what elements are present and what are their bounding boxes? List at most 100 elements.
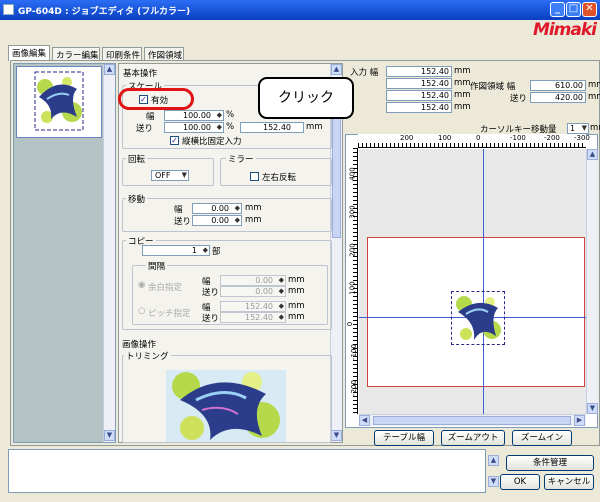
rotate-select[interactable]: OFF ▼ — [151, 170, 189, 181]
hscroll-thumb[interactable] — [373, 416, 571, 425]
pitch-feed-label: 送り — [202, 314, 220, 324]
blank-feed-input[interactable]: 0.00 ◆ — [220, 286, 286, 297]
rotate-title: 回転 — [126, 153, 148, 165]
spinner-icon[interactable]: ◆ — [217, 111, 222, 120]
cancel-button[interactable]: キャンセル — [544, 474, 594, 490]
spinner-icon[interactable]: ◆ — [279, 287, 284, 296]
pitch-label: ピッチ指定 — [148, 309, 191, 319]
blank-unit-1: mm — [288, 275, 305, 285]
scale-feed-mm-input[interactable]: 152.40 — [240, 122, 304, 133]
info-row3-value: 152.40 — [386, 90, 452, 101]
zoom-out-button[interactable]: ズームアウト — [441, 430, 505, 446]
message-area — [8, 449, 486, 493]
pitch-width-input[interactable]: 152.40 ◆ — [220, 301, 286, 312]
blank-unit-2: mm — [288, 286, 305, 296]
trimming-image — [166, 370, 286, 442]
vertical-guide — [483, 149, 484, 414]
ruler-tick-label: 400 — [348, 167, 357, 181]
scroll-down-icon[interactable]: ▼ — [331, 430, 342, 441]
blank-label: 余白指定 — [148, 283, 183, 293]
scale-width-input[interactable]: 100.00 ◆ — [164, 110, 224, 121]
move-width-input[interactable]: 0.00 ◆ — [192, 203, 242, 214]
zoom-in-button[interactable]: ズームイン — [512, 430, 572, 446]
spinner-icon[interactable]: ◆ — [235, 204, 240, 213]
image-ops-title: 画像操作 — [122, 340, 157, 350]
mirror-checkbox[interactable] — [250, 172, 259, 181]
tab-drawing-area[interactable]: 作図領域 — [144, 47, 184, 61]
area-feed-label: 送り — [510, 94, 528, 104]
maximize-button[interactable]: □ — [566, 2, 581, 17]
preview-hscroll[interactable]: ◀ ▶ — [359, 414, 586, 426]
thumbnail-item[interactable] — [16, 66, 102, 138]
scroll-left-icon[interactable]: ◀ — [359, 415, 370, 426]
move-feed-input[interactable]: 0.00 ◆ — [192, 215, 242, 226]
tab-image-edit[interactable]: 画像編集 — [8, 45, 50, 61]
placed-image[interactable] — [451, 291, 505, 345]
scroll-up-icon[interactable]: ▲ — [331, 64, 342, 75]
scroll-up-icon[interactable]: ▲ — [587, 149, 598, 160]
footer-scroll-up-icon[interactable]: ▲ — [488, 455, 499, 466]
ruler-tick-label: 0 — [346, 321, 355, 327]
pitch-feed-input[interactable]: 152.40 ◆ — [220, 312, 286, 323]
pitch-unit-2: mm — [288, 312, 305, 322]
base-ops-title: 基本操作 — [123, 69, 158, 79]
mirror-title: ミラー — [226, 153, 256, 165]
ruler-tick-label: -300 — [574, 134, 590, 142]
ruler-tick-label: -100 — [349, 344, 358, 360]
tab-print-conditions[interactable]: 印刷条件 — [102, 47, 142, 61]
move-feed-label: 送り — [174, 217, 192, 227]
footer-scroll-down-icon[interactable]: ▼ — [488, 476, 499, 487]
spinner-icon[interactable]: ◆ — [279, 313, 284, 322]
pitch-radio-icon[interactable]: ○ — [138, 306, 145, 316]
info-row4-value: 152.40 — [386, 102, 452, 113]
minimize-button[interactable]: _ — [550, 2, 565, 17]
close-button[interactable]: ✕ — [582, 2, 597, 17]
input-width-value: 152.40 — [386, 66, 452, 77]
ruler-tick-label: 100 — [348, 281, 357, 295]
spinner-icon[interactable]: ◆ — [279, 276, 284, 285]
scroll-down-icon[interactable]: ▼ — [104, 430, 115, 441]
condition-manager-button[interactable]: 条件管理 — [506, 455, 594, 471]
spinner-icon[interactable]: ◆ — [217, 123, 222, 132]
spinner-icon[interactable]: ◆ — [203, 246, 208, 255]
info-unit-3: mm — [454, 90, 471, 100]
trimming-preview[interactable] — [166, 370, 286, 442]
copy-count-unit: 部 — [212, 247, 221, 257]
scale-feed-label: 送り — [136, 124, 154, 134]
cursor-step-select[interactable]: 1 ▼ — [567, 123, 589, 134]
move-title: 移動 — [126, 193, 148, 205]
unit-mm: mm — [306, 122, 323, 132]
mirror-label: 左右反転 — [262, 173, 297, 183]
info-unit-1: mm — [454, 66, 471, 76]
area-feed-value: 420.00 — [530, 92, 586, 103]
scroll-down-icon[interactable]: ▼ — [587, 403, 598, 414]
unit-pct-2: % — [226, 122, 235, 132]
input-width-label: 入力 幅 — [350, 68, 379, 78]
chevron-down-icon[interactable]: ▼ — [182, 171, 187, 180]
copy-count-input[interactable]: 1 ◆ — [142, 245, 210, 256]
area-unit-1: mm — [588, 80, 600, 90]
thumbnail-scrollbar[interactable]: ▲ ▼ — [103, 64, 115, 442]
cursor-step-unit: mm — [590, 123, 600, 133]
scale-width-label: 幅 — [146, 112, 155, 122]
blank-width-input[interactable]: 0.00 ◆ — [220, 275, 286, 286]
aspect-lock-checkbox[interactable]: ✓ — [170, 136, 179, 145]
ok-button[interactable]: OK — [500, 474, 540, 490]
area-unit-2: mm — [588, 92, 600, 102]
info-unit-2: mm — [454, 78, 471, 88]
blank-radio-icon[interactable]: ◉ — [138, 280, 145, 290]
blank-feed-label: 送り — [202, 288, 220, 298]
scale-feed-input[interactable]: 100.00 ◆ — [164, 122, 224, 133]
chevron-down-icon[interactable]: ▼ — [582, 124, 587, 133]
preview-vscroll[interactable]: ▲ ▼ — [586, 149, 598, 414]
scroll-right-icon[interactable]: ▶ — [574, 415, 585, 426]
preview-canvas[interactable] — [359, 149, 586, 414]
spinner-icon[interactable]: ◆ — [279, 302, 284, 311]
area-width-value: 610.00 — [530, 80, 586, 91]
spinner-icon[interactable]: ◆ — [235, 216, 240, 225]
info-unit-4: mm — [454, 102, 471, 112]
left-ruler: 400 300 200 100 0 -100 -200 — [346, 148, 358, 414]
tab-color-edit[interactable]: カラー編集 — [52, 47, 100, 61]
scroll-up-icon[interactable]: ▲ — [104, 64, 115, 75]
table-width-button[interactable]: テーブル幅 — [374, 430, 434, 446]
